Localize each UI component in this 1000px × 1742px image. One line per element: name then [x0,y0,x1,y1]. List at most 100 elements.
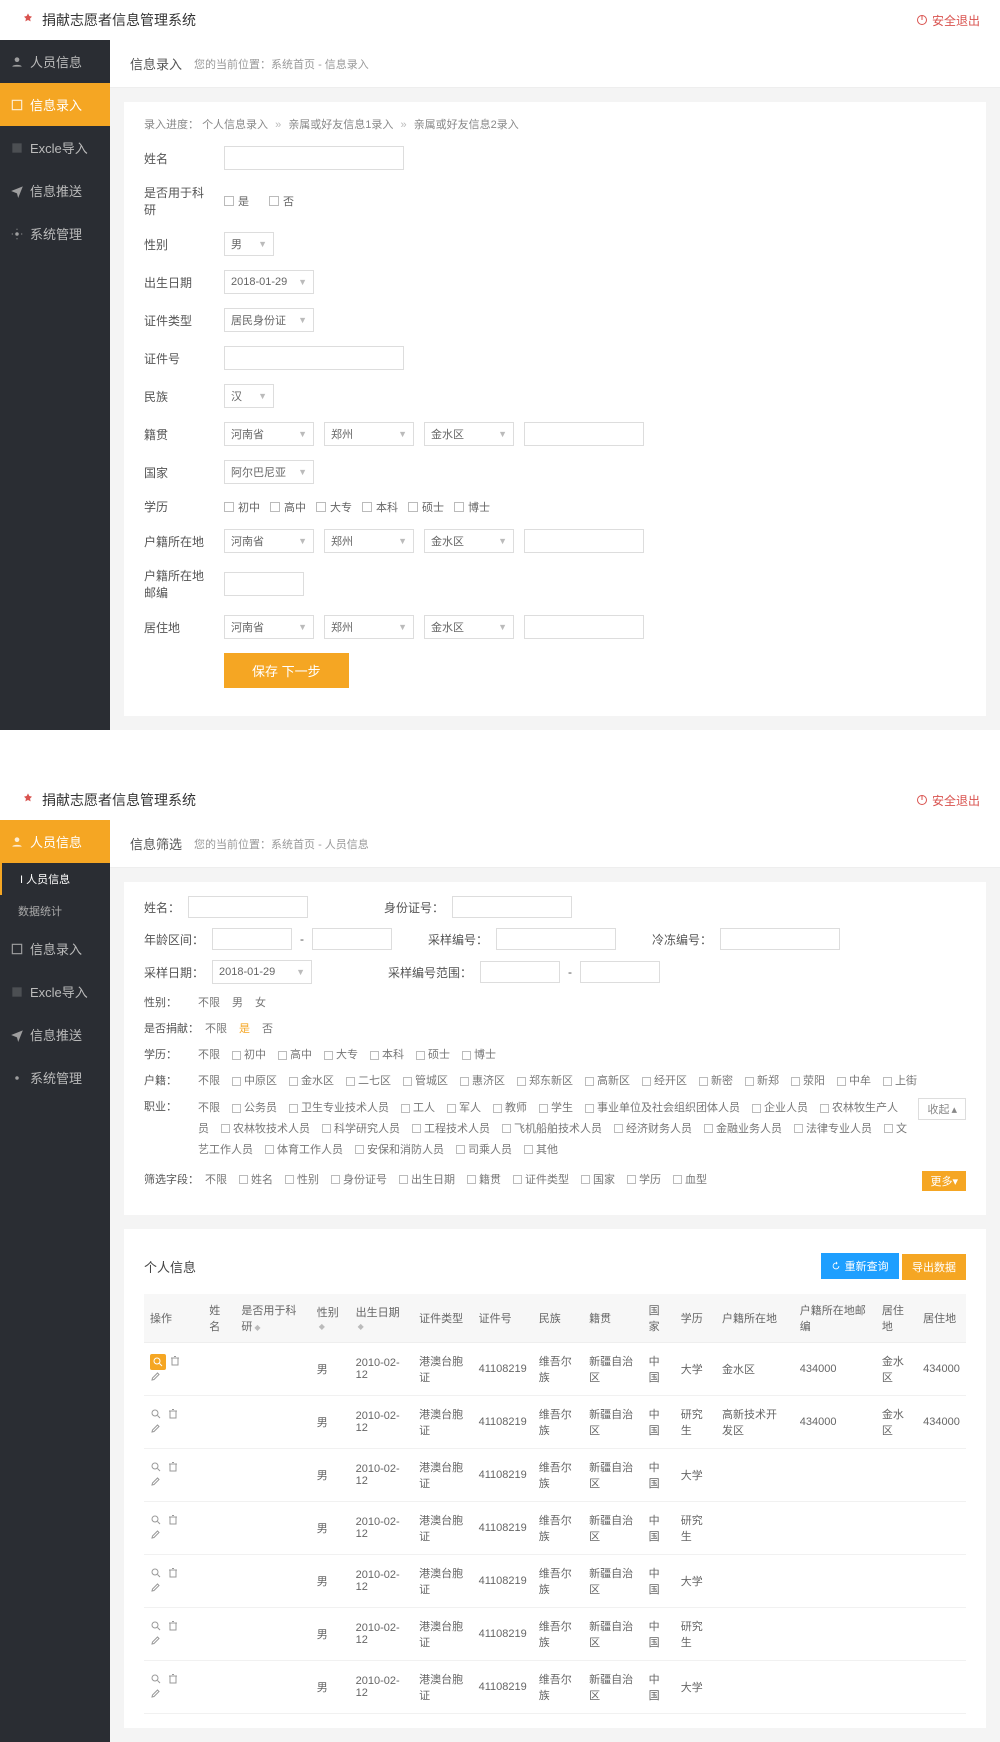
sidebar-item-entry[interactable]: 信息录入 [0,927,110,970]
filter-option[interactable]: 新密 [699,1075,733,1087]
edit-icon[interactable] [150,1370,164,1384]
filter-option[interactable]: 是 [239,1023,250,1035]
filter-option[interactable]: 安保和消防人员 [355,1144,444,1156]
filter-option[interactable]: 飞机船舶技术人员 [502,1123,602,1135]
search-icon[interactable] [150,1408,164,1422]
filter-option[interactable]: 上街 [883,1075,917,1087]
filter-option[interactable]: 法律专业人员 [794,1123,872,1135]
filter-option[interactable]: 工程技术人员 [412,1123,490,1135]
filter-sampledate-select[interactable]: 2018-01-29▼ [212,960,312,984]
filter-range-min[interactable] [480,961,560,983]
filter-option[interactable]: 中牟 [837,1075,871,1087]
table-header[interactable]: 籍贯 [583,1294,643,1343]
name-input[interactable] [224,146,404,170]
filter-option[interactable]: 身份证号 [331,1174,387,1186]
table-header[interactable]: 户籍所在地 [716,1294,794,1343]
table-header[interactable]: 国家 [643,1294,675,1343]
live-city-select[interactable]: 郑州▼ [324,615,414,639]
filter-option[interactable]: 男 [232,997,243,1009]
delete-icon[interactable] [167,1673,181,1687]
filter-option[interactable]: 出生日期 [399,1174,455,1186]
filter-option[interactable]: 否 [262,1023,273,1035]
filter-option[interactable]: 体育工作人员 [265,1144,343,1156]
save-next-button[interactable]: 保存 下一步 [224,653,349,688]
export-button[interactable]: 导出数据 [902,1254,966,1280]
filter-option[interactable]: 司乘人员 [456,1144,512,1156]
filter-option[interactable]: 中原区 [232,1075,277,1087]
filter-option[interactable]: 经济财务人员 [614,1123,692,1135]
research-no[interactable]: 否 [269,193,294,209]
filter-sampleno-input[interactable] [496,928,616,950]
idtype-select[interactable]: 居民身份证▼ [224,308,314,332]
search-icon[interactable] [150,1354,166,1370]
logout-button[interactable]: 安全退出 [916,792,980,809]
research-yes[interactable]: 是 [224,193,249,209]
table-header[interactable]: 户籍所在地邮编 [794,1294,876,1343]
delete-icon[interactable] [167,1567,181,1581]
idno-input[interactable] [224,346,404,370]
edu-option[interactable]: 初中 [224,499,260,515]
filter-option[interactable]: 血型 [673,1174,707,1186]
delete-icon[interactable] [169,1355,183,1369]
edu-option[interactable]: 硕士 [408,499,444,515]
hukou-city-select[interactable]: 郑州▼ [324,529,414,553]
filter-option[interactable]: 不限 [198,1075,220,1087]
search-icon[interactable] [150,1514,164,1528]
filter-option[interactable]: 新郑 [745,1075,779,1087]
sidebar-item-push[interactable]: 信息推送 [0,1013,110,1056]
filter-option[interactable]: 高新区 [585,1075,630,1087]
filter-option[interactable]: 籍贯 [467,1174,501,1186]
refresh-button[interactable]: 重新查询 [821,1253,899,1279]
birth-select[interactable]: 2018-01-29▼ [224,270,314,294]
filter-option[interactable]: 二七区 [346,1075,391,1087]
filter-name-input[interactable] [188,896,308,918]
table-header[interactable]: 姓名 [203,1294,235,1343]
table-header[interactable]: 民族 [533,1294,583,1343]
hukou-district-select[interactable]: 金水区▼ [424,529,514,553]
filter-option[interactable]: 教师 [493,1102,527,1114]
sidebar-sub-people[interactable]: I 人员信息 [0,863,110,895]
filter-option[interactable]: 学生 [539,1102,573,1114]
search-icon[interactable] [150,1620,164,1634]
edit-icon[interactable] [150,1422,164,1436]
filter-range-max[interactable] [580,961,660,983]
edu-option[interactable]: 高中 [270,499,306,515]
filter-option[interactable]: 国家 [581,1174,615,1186]
sidebar-item-people[interactable]: 人员信息 [0,40,110,83]
filter-option[interactable]: 不限 [198,1102,220,1114]
filter-age-min[interactable] [212,928,292,950]
ethnic-select[interactable]: 汉▼ [224,384,274,408]
filter-option[interactable]: 证件类型 [513,1174,569,1186]
search-icon[interactable] [150,1567,164,1581]
filter-option[interactable]: 军人 [447,1102,481,1114]
filter-option[interactable]: 不限 [198,997,220,1009]
filter-option[interactable]: 初中 [232,1049,266,1061]
edit-icon[interactable] [150,1528,164,1542]
edit-icon[interactable] [150,1687,164,1701]
filter-option[interactable]: 其他 [524,1144,558,1156]
hukou-detail-input[interactable] [524,529,644,553]
filter-option[interactable]: 金融业务人员 [704,1123,782,1135]
collapse-button[interactable]: 收起▴ [918,1098,966,1120]
filter-option[interactable]: 企业人员 [752,1102,808,1114]
filter-option[interactable]: 博士 [462,1049,496,1061]
delete-icon[interactable] [167,1408,181,1422]
filter-option[interactable]: 公务员 [232,1102,277,1114]
table-header[interactable]: 证件类型 [413,1294,473,1343]
filter-age-max[interactable] [312,928,392,950]
filter-option[interactable]: 惠济区 [460,1075,505,1087]
hukou-zip-input[interactable] [224,572,304,596]
filter-option[interactable]: 卫生专业技术人员 [289,1102,389,1114]
sidebar-item-push[interactable]: 信息推送 [0,169,110,212]
sidebar-item-system[interactable]: 系统管理 [0,212,110,255]
live-district-select[interactable]: 金水区▼ [424,615,514,639]
filter-option[interactable]: 荥阳 [791,1075,825,1087]
edit-icon[interactable] [150,1581,164,1595]
edu-option[interactable]: 本科 [362,499,398,515]
filter-option[interactable]: 不限 [198,1049,220,1061]
edit-icon[interactable] [150,1475,164,1489]
live-detail-input[interactable] [524,615,644,639]
filter-option[interactable]: 金水区 [289,1075,334,1087]
filter-option[interactable]: 工人 [401,1102,435,1114]
native-district-select[interactable]: 金水区▼ [424,422,514,446]
